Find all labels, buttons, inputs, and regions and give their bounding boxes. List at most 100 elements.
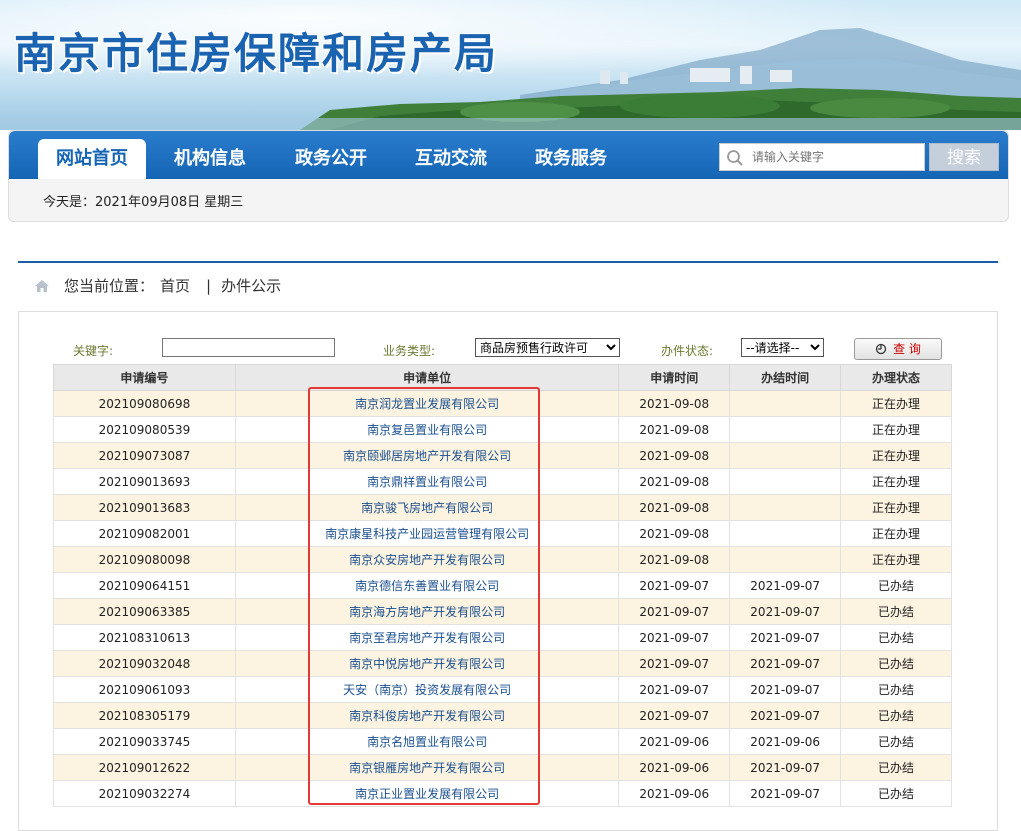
applicant-link[interactable]: 南京复邑置业有限公司 xyxy=(367,423,487,437)
table-row: 202109061093 天安（南京）投资发展有限公司 2021-09-07 2021… xyxy=(53,676,952,703)
cell-status: 正在办理 xyxy=(840,546,952,573)
table-row: 202109032048 南京中悦房地产开发有限公司 2021-09-07 2021-… xyxy=(53,650,952,677)
cell-complete-date xyxy=(729,468,842,495)
applicant-link[interactable]: 南京众安房地产开发有限公司 xyxy=(349,553,505,567)
nav-item-services[interactable]: 政务服务 xyxy=(535,139,607,179)
cell-application-number: 202109032274 xyxy=(53,780,236,807)
cell-status: 已办结 xyxy=(840,650,952,677)
cell-apply-date: 2021-09-08 xyxy=(618,390,731,417)
cell-apply-date: 2021-09-08 xyxy=(618,468,731,495)
results-panel: 关键字: 业务类型: 商品房预售行政许可 办件状态: --请选择-- 查 询 申… xyxy=(18,311,998,831)
applicant-link[interactable]: 南京中悦房地产开发有限公司 xyxy=(349,657,505,671)
table-row: 202109013693 南京鼎祥置业有限公司 2021-09-08 正在办理 xyxy=(53,468,952,495)
filter-row: 关键字: 业务类型: 商品房预售行政许可 办件状态: --请选择-- 查 询 xyxy=(19,338,999,360)
cell-apply-date: 2021-09-06 xyxy=(618,754,731,781)
cell-applicant: 南京润龙置业发展有限公司 xyxy=(234,390,620,417)
cell-apply-date: 2021-09-08 xyxy=(618,442,731,469)
table-row: 202109080539 南京复邑置业有限公司 2021-09-08 正在办理 xyxy=(53,416,952,443)
cell-applicant: 南京颐邺居房地产开发有限公司 xyxy=(234,442,620,469)
table-row: 202109064151 南京德信东善置业有限公司 2021-09-07 2021-0… xyxy=(53,572,952,599)
cell-applicant: 天安（南京）投资发展有限公司 xyxy=(234,676,620,703)
cell-complete-date: 2021-09-07 xyxy=(729,572,842,599)
search-input[interactable] xyxy=(752,147,920,167)
breadcrumb-home-link[interactable]: 首页 xyxy=(160,275,190,296)
applicant-link[interactable]: 南京康星科技产业园运营管理有限公司 xyxy=(325,527,529,541)
cell-complete-date: 2021-09-07 xyxy=(729,624,842,651)
cell-complete-date: 2021-09-07 xyxy=(729,650,842,677)
cell-application-number: 202109061093 xyxy=(53,676,236,703)
cell-complete-date: 2021-09-07 xyxy=(729,780,842,807)
status-label: 办件状态: xyxy=(661,344,714,358)
site-title: 南京市住房保障和房产局 xyxy=(14,29,499,78)
table-row: 202109082001 南京康星科技产业园运营管理有限公司 2021-09-08 正… xyxy=(53,520,952,547)
nav-container: 网站首页 机构信息 政务公开 互动交流 政务服务 搜索 今天是：2021年09月… xyxy=(8,130,1009,222)
cell-status: 正在办理 xyxy=(840,520,952,547)
table-header-row: 申请编号 申请单位 申请时间 办结时间 办理状态 xyxy=(53,364,952,391)
header-apply-date: 申请时间 xyxy=(618,364,731,391)
keyword-input[interactable] xyxy=(162,338,335,357)
applicant-link[interactable]: 天安（南京）投资发展有限公司 xyxy=(343,683,511,697)
table-row: 202109032274 南京正业置业发展有限公司 2021-09-06 2021-0… xyxy=(53,780,952,807)
applicant-link[interactable]: 南京至君房地产开发有限公司 xyxy=(349,631,505,645)
applicant-link[interactable]: 南京颐邺居房地产开发有限公司 xyxy=(343,449,511,463)
cell-application-number: 202109080698 xyxy=(53,390,236,417)
cell-status: 已办结 xyxy=(840,572,952,599)
cell-application-number: 202109013683 xyxy=(53,494,236,521)
search-box xyxy=(719,143,925,171)
cell-status: 正在办理 xyxy=(840,468,952,495)
applicant-link[interactable]: 南京鼎祥置业有限公司 xyxy=(367,475,487,489)
cell-apply-date: 2021-09-08 xyxy=(618,416,731,443)
breadcrumb: 您当前位置： 首页 | 办件公示 xyxy=(34,275,287,296)
query-button[interactable]: 查 询 xyxy=(854,338,942,360)
applicant-link[interactable]: 南京科俊房地产开发有限公司 xyxy=(349,709,505,723)
applicant-link[interactable]: 南京润龙置业发展有限公司 xyxy=(355,397,499,411)
cell-status: 正在办理 xyxy=(840,442,952,469)
cell-application-number: 202109032048 xyxy=(53,650,236,677)
keyword-label: 关键字: xyxy=(73,344,114,358)
cell-applicant: 南京海方房地产开发有限公司 xyxy=(234,598,620,625)
applicant-link[interactable]: 南京骏飞房地产有限公司 xyxy=(361,501,493,515)
cell-application-number: 202109012622 xyxy=(53,754,236,781)
search-icon xyxy=(727,150,743,166)
nav-item-org-info[interactable]: 机构信息 xyxy=(174,139,246,179)
home-icon xyxy=(35,279,49,292)
nav-item-gov-affairs[interactable]: 政务公开 xyxy=(295,139,367,179)
cell-apply-date: 2021-09-08 xyxy=(618,520,731,547)
cell-application-number: 202109080539 xyxy=(53,416,236,443)
query-icon xyxy=(875,343,887,355)
cell-status: 已办结 xyxy=(840,780,952,807)
applicant-link[interactable]: 南京海方房地产开发有限公司 xyxy=(349,605,505,619)
search-button[interactable]: 搜索 xyxy=(929,143,999,171)
cell-apply-date: 2021-09-08 xyxy=(618,494,731,521)
table-row: 202109080098 南京众安房地产开发有限公司 2021-09-08 正在办理 xyxy=(53,546,952,573)
cell-application-number: 202109013693 xyxy=(53,468,236,495)
breadcrumb-divider xyxy=(18,261,998,263)
cell-apply-date: 2021-09-07 xyxy=(618,572,731,599)
applicant-link[interactable]: 南京德信东善置业有限公司 xyxy=(355,579,499,593)
header-status: 办理状态 xyxy=(840,364,952,391)
cell-complete-date xyxy=(729,442,842,469)
cell-applicant: 南京康星科技产业园运营管理有限公司 xyxy=(234,520,620,547)
cell-apply-date: 2021-09-06 xyxy=(618,780,731,807)
cell-applicant: 南京科俊房地产开发有限公司 xyxy=(234,702,620,729)
cell-complete-date xyxy=(729,546,842,573)
cell-complete-date: 2021-09-07 xyxy=(729,598,842,625)
cell-complete-date xyxy=(729,390,842,417)
breadcrumb-prefix: 您当前位置： xyxy=(64,277,155,295)
applicant-link[interactable]: 南京名旭置业有限公司 xyxy=(367,735,487,749)
cell-applicant: 南京至君房地产开发有限公司 xyxy=(234,624,620,651)
cell-complete-date xyxy=(729,520,842,547)
cell-applicant: 南京鼎祥置业有限公司 xyxy=(234,468,620,495)
business-type-select[interactable]: 商品房预售行政许可 xyxy=(475,338,620,357)
today-date: 今天是：2021年09月08日 星期三 xyxy=(43,195,244,210)
cell-status: 正在办理 xyxy=(840,390,952,417)
table-row: 202109012622 南京银雁房地产开发有限公司 2021-09-06 2021-… xyxy=(53,754,952,781)
cell-apply-date: 2021-09-07 xyxy=(618,676,731,703)
nav-item-home[interactable]: 网站首页 xyxy=(38,139,146,179)
cell-application-number: 202109064151 xyxy=(53,572,236,599)
applicant-link[interactable]: 南京正业置业发展有限公司 xyxy=(355,787,499,801)
nav-item-interaction[interactable]: 互动交流 xyxy=(415,139,487,179)
applicant-link[interactable]: 南京银雁房地产开发有限公司 xyxy=(349,761,505,775)
status-select[interactable]: --请选择-- xyxy=(741,338,824,357)
query-button-label: 查 询 xyxy=(893,342,921,356)
